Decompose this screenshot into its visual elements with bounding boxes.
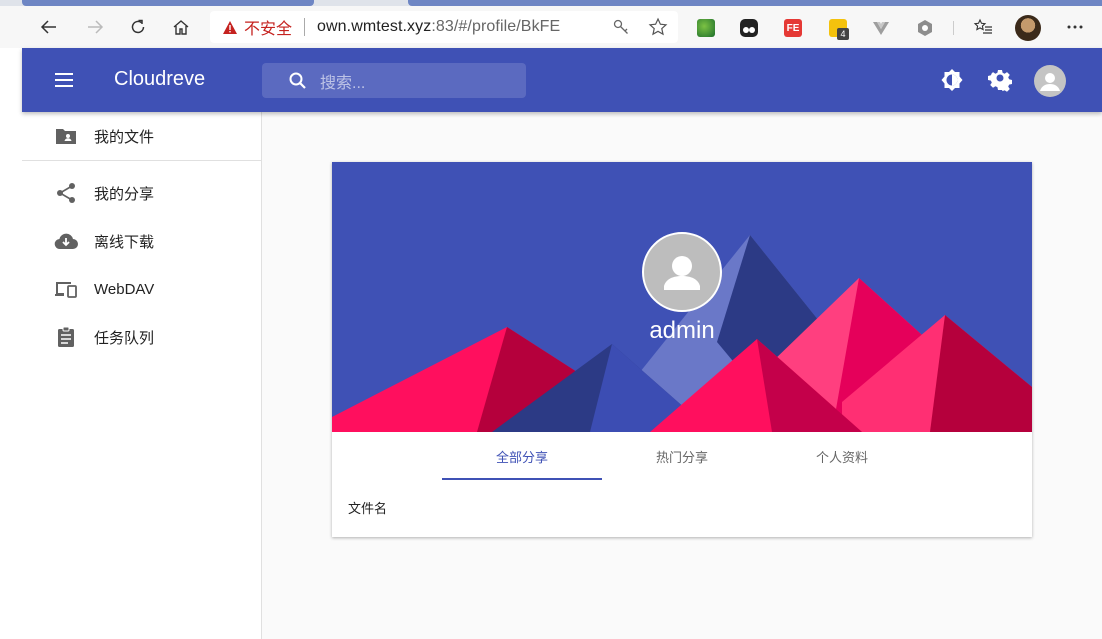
sidebar-item-offline-download[interactable]: 离线下载	[22, 217, 261, 265]
extension-tampermonkey-icon[interactable]	[740, 19, 758, 37]
extension-vue-icon[interactable]	[872, 19, 890, 37]
favorites-list-icon[interactable]	[970, 14, 996, 40]
profile-card: admin 全部分享 热门分享 个人资料 文件名	[332, 162, 1032, 537]
sidebar-item-webdav[interactable]: WebDAV	[22, 265, 261, 313]
tab-popular-shares[interactable]: 热门分享	[602, 432, 762, 480]
folder-shared-icon	[54, 124, 78, 148]
search-input[interactable]: 搜索...	[262, 63, 526, 98]
person-icon	[1040, 73, 1060, 91]
profile-avatar	[642, 232, 722, 312]
sidebar-item-label: 我的分享	[94, 185, 155, 203]
sidebar-item-task-queue[interactable]: 任务队列	[22, 313, 261, 361]
sidebar: 我的文件 我的分享 离线下载 WebDAV 任务队列	[22, 112, 262, 639]
url-text: own.wmtest.xyz:83/#/profile/BkFE	[317, 18, 560, 36]
devices-icon	[54, 277, 78, 301]
sidebar-item-label: 我的文件	[94, 128, 155, 146]
theme-toggle-icon[interactable]	[939, 67, 965, 93]
settings-gear-icon[interactable]	[987, 67, 1013, 93]
refresh-icon[interactable]	[125, 14, 151, 40]
security-label: 不安全	[244, 21, 293, 38]
profile-avatar-icon[interactable]	[1015, 15, 1041, 41]
back-icon[interactable]	[36, 14, 62, 40]
extension-badge: 4	[837, 28, 849, 40]
profile-banner: admin	[332, 162, 1032, 432]
profile-username: admin	[649, 317, 715, 344]
forward-icon[interactable]	[82, 14, 108, 40]
main-content: admin 全部分享 热门分享 个人资料 文件名	[262, 112, 1102, 639]
app-bar: Cloudreve 搜索...	[22, 48, 1102, 112]
sidebar-item-label: 离线下载	[94, 233, 155, 251]
menu-icon[interactable]	[52, 68, 76, 92]
sidebar-item-label: WebDAV	[94, 280, 155, 298]
tab-all-shares[interactable]: 全部分享	[442, 432, 602, 480]
user-avatar[interactable]	[1034, 65, 1066, 97]
warning-icon	[223, 20, 237, 34]
app-title[interactable]: Cloudreve	[114, 68, 205, 91]
more-options-icon[interactable]	[1062, 14, 1088, 40]
browser-toolbar: 不安全 own.wmtest.xyz:83/#/profile/BkFE FE …	[0, 6, 1102, 48]
profile-tabs: 全部分享 热门分享 个人资料	[332, 432, 1032, 480]
assignment-icon	[54, 325, 78, 349]
tab-indicator	[442, 478, 602, 480]
extension-globe-icon[interactable]	[697, 19, 715, 37]
tab-profile-info[interactable]: 个人资料	[762, 432, 922, 480]
sidebar-item-label: 任务队列	[94, 329, 155, 347]
extension-hex-icon[interactable]	[916, 19, 934, 37]
extension-notes-icon[interactable]: 4	[829, 19, 849, 40]
share-icon	[54, 181, 78, 205]
sidebar-divider	[22, 160, 261, 161]
address-bar[interactable]: 不安全 own.wmtest.xyz:83/#/profile/BkFE	[210, 11, 678, 43]
search-icon	[289, 72, 306, 89]
search-placeholder: 搜索...	[320, 74, 366, 92]
url-host: own.wmtest.xyz	[317, 18, 432, 35]
security-warning[interactable]: 不安全	[222, 15, 292, 39]
sidebar-item-my-shares[interactable]: 我的分享	[22, 169, 261, 217]
url-path: :83/#/profile/BkFE	[431, 18, 561, 35]
table-header-filename[interactable]: 文件名	[348, 498, 387, 517]
sidebar-item-my-files[interactable]: 我的文件	[22, 112, 261, 160]
home-icon[interactable]	[168, 14, 194, 40]
extension-fe-icon[interactable]: FE	[784, 19, 802, 37]
toolbar-separator	[953, 21, 954, 35]
person-icon	[664, 256, 700, 290]
key-icon[interactable]	[612, 18, 630, 41]
cloud-download-icon	[54, 229, 78, 253]
address-separator	[304, 18, 306, 36]
favorite-star-icon[interactable]	[648, 17, 668, 42]
